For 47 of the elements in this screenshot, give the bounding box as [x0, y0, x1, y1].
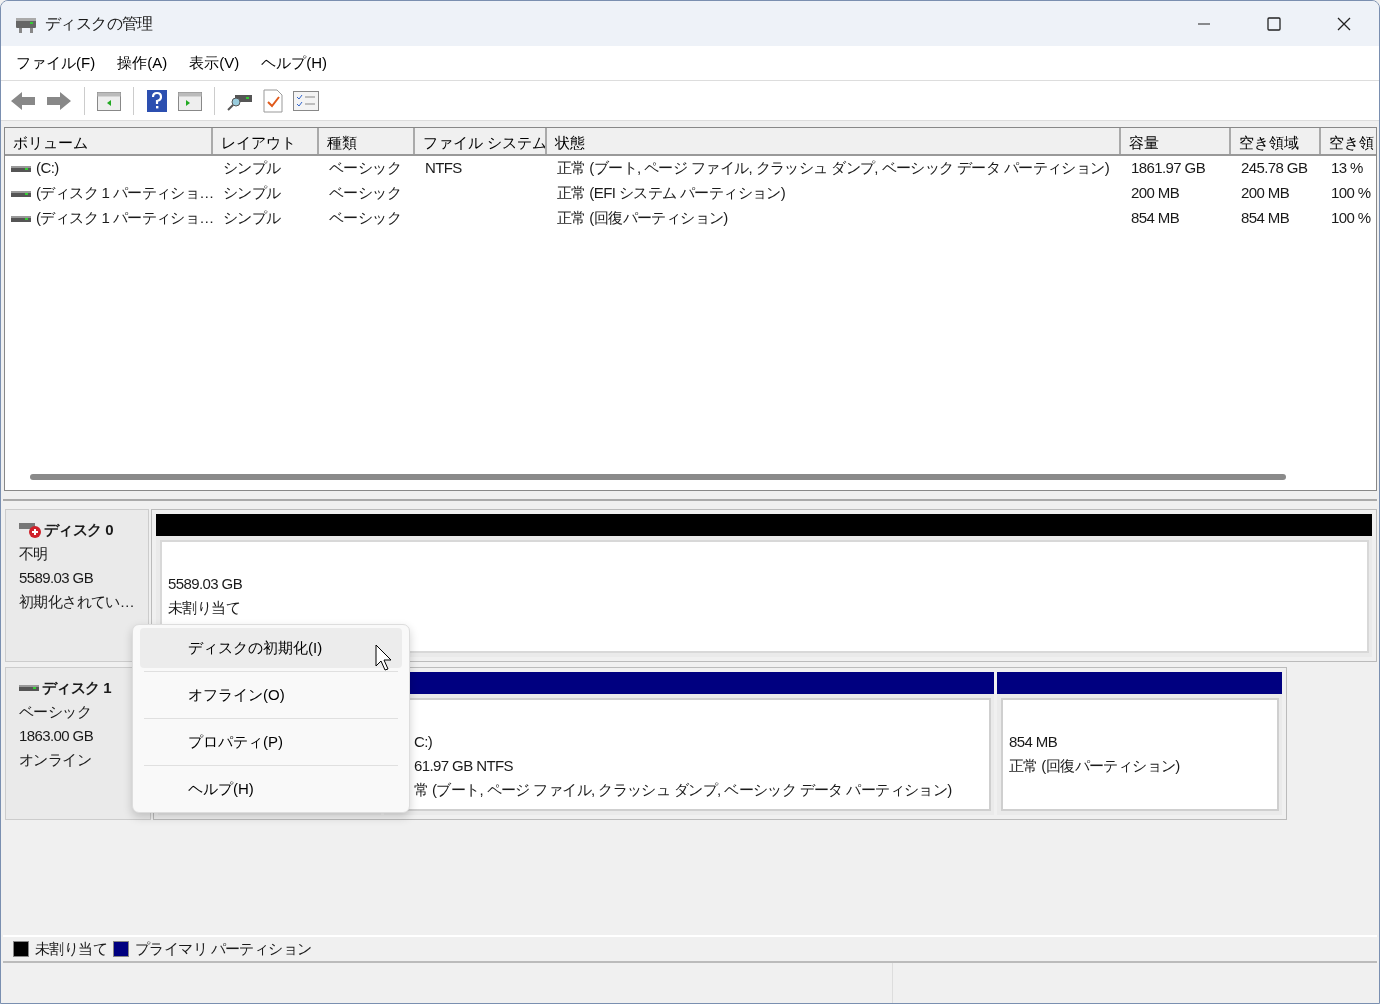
- disk-info: 初期化されてい…: [19, 592, 136, 612]
- legend-label: プライマリ パーティション: [135, 938, 312, 959]
- partition-info: 61.97 GB NTFS: [414, 757, 513, 774]
- menu-item[interactable]: ディスクの初期化(I): [140, 628, 402, 668]
- disk-label-panel[interactable]: ディスク 0 不明 5589.03 GB 初期化されてい…: [5, 509, 149, 662]
- legend-label: 未割り当て: [35, 938, 107, 959]
- partition-info: 正常 (回復パーティション): [1009, 757, 1180, 774]
- disk-info: 1863.00 GB: [19, 726, 95, 746]
- disk-info: オンライン: [19, 750, 92, 770]
- disk-name: ディスク 1: [42, 678, 111, 698]
- table-cell-text: 正常 (回復パーティション): [557, 208, 728, 229]
- partition-info: C:): [414, 733, 433, 750]
- table-cell-text: 1861.97 GB: [1131, 158, 1206, 179]
- table-cell-text: シンプル: [223, 158, 281, 179]
- table-cell-text: 正常 (ブート, ページ ファイル, クラッシュ ダンプ, ベーシック データ パーティション): [557, 158, 1110, 179]
- menu-item[interactable]: 表示(V): [178, 51, 251, 75]
- menu-item[interactable]: 操作(A): [106, 51, 179, 75]
- partition-info: 常 (ブート, ページ ファイル, クラッシュ ダンプ, ベーシック データ パーティション): [414, 781, 952, 798]
- table-cell-text: (ディスク 1 パーティショ…: [36, 183, 214, 204]
- table-cell-text: NTFS: [425, 158, 462, 179]
- table-cell-text: 854 MB: [1131, 208, 1180, 229]
- table-cell-text: (ディスク 1 パーティショ…: [36, 208, 214, 229]
- table-cell-text: 100 %: [1331, 208, 1371, 229]
- partition-info: 854 MB: [1009, 733, 1058, 750]
- table-cell-text: 200 MB: [1241, 183, 1290, 204]
- table-cell-text: シンプル: [223, 183, 281, 204]
- table-cell-text: 854 MB: [1241, 208, 1290, 229]
- disk-info: 不明: [19, 544, 49, 564]
- table-cell-text: 100 %: [1331, 183, 1371, 204]
- partition-area[interactable]: 854 MB 正常 (回復パーティション): [1001, 698, 1279, 811]
- table-cell-text: 正常 (EFI システム パーティション): [557, 183, 786, 204]
- table-cell-text: ベーシック: [329, 208, 401, 229]
- table-cell-text: ベーシック: [329, 158, 401, 179]
- table-cell-text: シンプル: [223, 208, 281, 229]
- menu-item[interactable]: ファイル(F): [5, 51, 107, 75]
- table-cell-text: ベーシック: [329, 183, 401, 204]
- partition-info: 未割り当て: [168, 599, 240, 616]
- disk-info: ベーシック: [19, 702, 92, 722]
- table-cell-text: (C:): [36, 158, 59, 179]
- disk-info: 5589.03 GB: [19, 568, 95, 588]
- table-cell-text: 200 MB: [1131, 183, 1180, 204]
- table-cell-text: 245.78 GB: [1241, 158, 1308, 179]
- window-title: ディスクの管理: [45, 13, 153, 34]
- partition-info: 5589.03 GB: [168, 575, 243, 592]
- disk-name: ディスク 0: [44, 520, 113, 540]
- menu-item[interactable]: ヘルプ(H): [250, 51, 338, 75]
- table-cell-text: 13 %: [1331, 158, 1363, 179]
